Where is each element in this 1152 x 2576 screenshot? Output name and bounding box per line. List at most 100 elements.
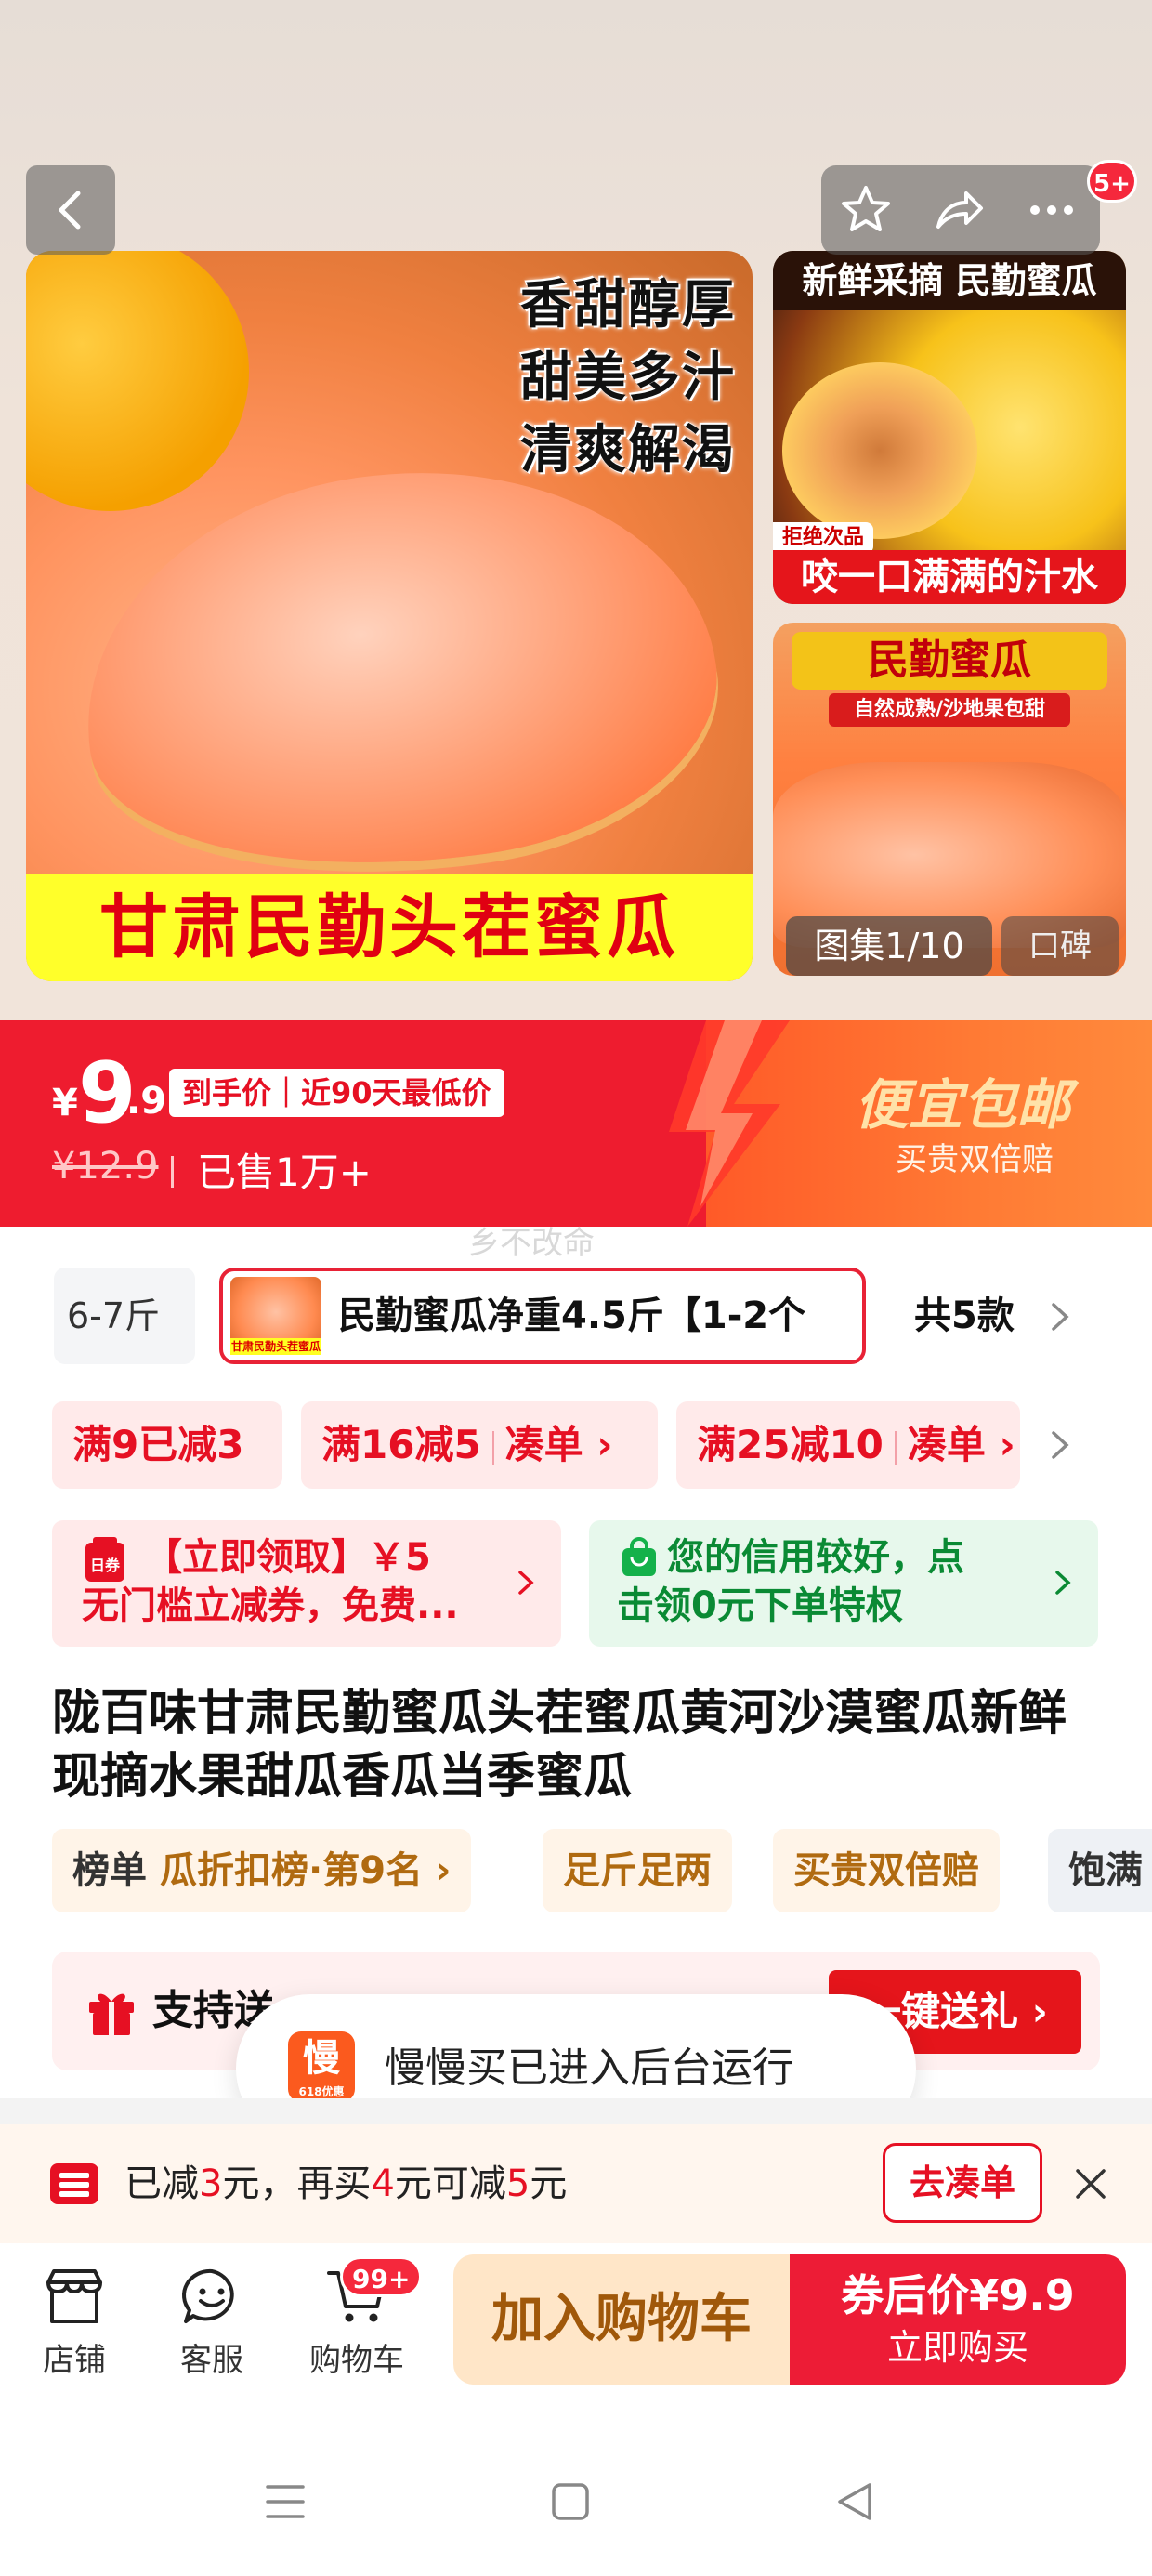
slogan-line: 香甜醇厚	[520, 275, 736, 335]
ranking-prefix: 榜单	[72, 1849, 147, 1892]
price-tag: 到手价｜近90天最低价	[169, 1069, 504, 1117]
gift-icon	[89, 1993, 134, 2035]
buy-price: 券后价¥9.9	[841, 2270, 1075, 2320]
sku-thumbnail: 甘肃民勤头茬蜜瓜	[230, 1277, 321, 1355]
coupon-chip[interactable]: 满9已减3	[52, 1401, 282, 1489]
service-label: 客服	[180, 2342, 243, 2379]
top-actions	[821, 165, 1100, 255]
close-icon[interactable]	[1072, 2165, 1109, 2202]
double-compensation-label: 买贵双倍赔	[896, 1141, 1054, 1178]
free-shipping-label: 便宜包邮	[855, 1073, 1071, 1137]
coupon-action: 凑单 ›	[907, 1422, 1015, 1467]
promo-number: 5	[505, 2162, 530, 2205]
share-icon[interactable]	[931, 182, 987, 238]
home-icon[interactable]	[550, 2481, 591, 2522]
promo-cards: 日券 【立即领取】￥5 无门槛立减券，免费... 您的信用较好，点 击领0元下单…	[0, 1520, 1152, 1647]
lightning-bolt-decoration	[669, 1020, 790, 1227]
promo-text-part: 元可减	[394, 2162, 506, 2205]
side-product-image-1[interactable]: 新鲜采摘 民勤蜜瓜 拒绝次品 咬一口满满的汁水	[773, 251, 1126, 604]
cart-badge: 99+	[340, 2256, 423, 2297]
menu-icon[interactable]	[264, 2481, 307, 2522]
add-to-cart-button[interactable]: 加入购物车	[453, 2254, 790, 2385]
card-text: 击领0元下单特权	[617, 1584, 903, 1627]
store-icon	[46, 2269, 102, 2323]
chevron-left-icon	[59, 191, 81, 230]
chevron-right-icon[interactable]	[1050, 1301, 1070, 1333]
star-icon[interactable]	[838, 182, 894, 238]
promo-number: 4	[371, 2162, 395, 2205]
product-title: 陇百味甘肃民勤蜜瓜头茬蜜瓜黄河沙漠蜜瓜新鲜现摘水果甜瓜香瓜当季蜜瓜	[52, 1686, 1067, 1805]
coupon-chip[interactable]: 满16减5 凑单 ›	[301, 1401, 658, 1489]
sku-selector: 6-7斤 甘肃民勤头茬蜜瓜 民勤蜜瓜净重4.5斤【1-2个 共5款	[0, 1258, 1152, 1373]
side-image-subtitle: 自然成熟/沙地果包甜	[829, 693, 1070, 727]
coupon-icon-label: 日券	[90, 1557, 121, 1574]
discount-icon	[50, 2163, 98, 2204]
sold-count: 已售1万+	[197, 1150, 372, 1195]
section-divider	[0, 2098, 1152, 2124]
back-triangle-icon[interactable]	[834, 2481, 875, 2522]
service-tag[interactable]: 饱满	[1048, 1829, 1152, 1912]
watermark-text: 乡不改命	[468, 1225, 595, 1262]
coupon-row: 满9已减3 满16减5 凑单 › 满25减10 凑单 ›	[0, 1401, 1152, 1489]
coupon-claim-card[interactable]: 日券 【立即领取】￥5 无门槛立减券，免费...	[52, 1520, 561, 1647]
sku-option-selected[interactable]: 甘肃民勤头茬蜜瓜 民勤蜜瓜净重4.5斤【1-2个	[219, 1268, 866, 1364]
promo-bar: 已减3元，再买4元可减5元 去凑单	[0, 2124, 1152, 2243]
reviews-tab[interactable]: 口碑	[1001, 916, 1119, 976]
more-icon[interactable]	[1024, 182, 1080, 238]
divider	[894, 1430, 897, 1465]
service-tag[interactable]: 足斤足两	[543, 1829, 732, 1912]
divider	[171, 1156, 174, 1188]
original-price: ¥12.9	[52, 1145, 159, 1188]
coupon-icon: 日券	[85, 1537, 124, 1582]
buy-now-button[interactable]: 券后价¥9.9 立即购买	[790, 2254, 1126, 2385]
store-button[interactable]: 店铺	[9, 2254, 139, 2385]
service-tag[interactable]: 买贵双倍赔	[773, 1829, 1000, 1912]
chevron-right-icon[interactable]	[1050, 1429, 1070, 1461]
app-icon-char: 慢	[303, 2037, 340, 2080]
coupon-action: 凑单 ›	[504, 1422, 613, 1467]
product-tags: 榜单 瓜折扣榜·第9名 › 足斤足两 买贵双倍赔 饱满	[0, 1829, 1152, 1912]
customer-service-button[interactable]: 客服	[147, 2254, 277, 2385]
sku-count[interactable]: 共5款	[914, 1268, 1015, 1364]
slogan-line: 清爽解渴	[520, 420, 736, 480]
promo-text-part: 已减	[124, 2162, 199, 2205]
promo-text-part: 元，再买	[222, 2162, 372, 2205]
side-image-title: 民勤蜜瓜	[792, 632, 1107, 690]
gallery-counter[interactable]: 图集1/10	[786, 916, 992, 976]
promo-number: 3	[199, 2162, 223, 2205]
ranking-tag[interactable]: 榜单 瓜折扣榜·第9名 ›	[52, 1829, 472, 1912]
melon-slice-graphic	[58, 431, 738, 907]
buy-label: 立即购买	[886, 2327, 1028, 2368]
coupon-text: 满16减5	[321, 1422, 481, 1467]
notification-badge: 5+	[1087, 160, 1137, 203]
side-image-caption: 咬一口满满的汁水	[773, 550, 1126, 604]
shopping-bag-icon	[622, 1537, 656, 1576]
product-gallery[interactable]: 香甜醇厚 甜美多汁 清爽解渴 甘肃民勤头茬蜜瓜 新鲜采摘 民勤蜜瓜 拒绝次品 咬…	[0, 0, 1152, 1020]
promo-message: 已减3元，再买4元可减5元	[124, 2124, 567, 2243]
chevron-right-icon	[1055, 1571, 1071, 1595]
melon-half-graphic	[782, 362, 977, 539]
melon-whole-graphic	[26, 251, 249, 511]
side-image-title: 新鲜采摘 民勤蜜瓜	[773, 251, 1126, 310]
divider	[491, 1430, 494, 1465]
main-image-slogans: 香甜醇厚 甜美多汁 清爽解渴	[520, 269, 736, 487]
ranking-text: 瓜折扣榜·第9名 ›	[160, 1849, 452, 1892]
price-currency: ¥	[52, 1082, 78, 1124]
smiley-chat-icon	[182, 2268, 234, 2323]
card-text: 您的信用较好，点	[667, 1536, 964, 1579]
add-on-button[interactable]: 去凑单	[883, 2143, 1042, 2223]
app-icon-sub: 618优惠	[298, 2085, 345, 2098]
main-product-image[interactable]: 香甜醇厚 甜美多汁 清爽解渴 甘肃民勤头茬蜜瓜	[26, 251, 753, 981]
slogan-line: 甜美多汁	[520, 348, 736, 408]
sku-option-label: 民勤蜜瓜净重4.5斤【1-2个	[338, 1295, 806, 1337]
promo-text-part: 元	[530, 2162, 568, 2205]
sku-option[interactable]: 6-7斤	[54, 1268, 195, 1364]
cart-label: 购物车	[309, 2342, 404, 2379]
coupon-text: 满9已减3	[72, 1422, 244, 1467]
credit-privilege-card[interactable]: 您的信用较好，点 击领0元下单特权	[589, 1520, 1098, 1647]
app-icon: 慢 618优惠	[288, 2031, 355, 2102]
price-decimal: .9	[126, 1080, 167, 1123]
sku-thumbnail-caption: 甘肃民勤头茬蜜瓜	[230, 1338, 321, 1355]
coupon-chip[interactable]: 满25减10 凑单 ›	[676, 1401, 1020, 1489]
back-button[interactable]	[26, 165, 115, 255]
